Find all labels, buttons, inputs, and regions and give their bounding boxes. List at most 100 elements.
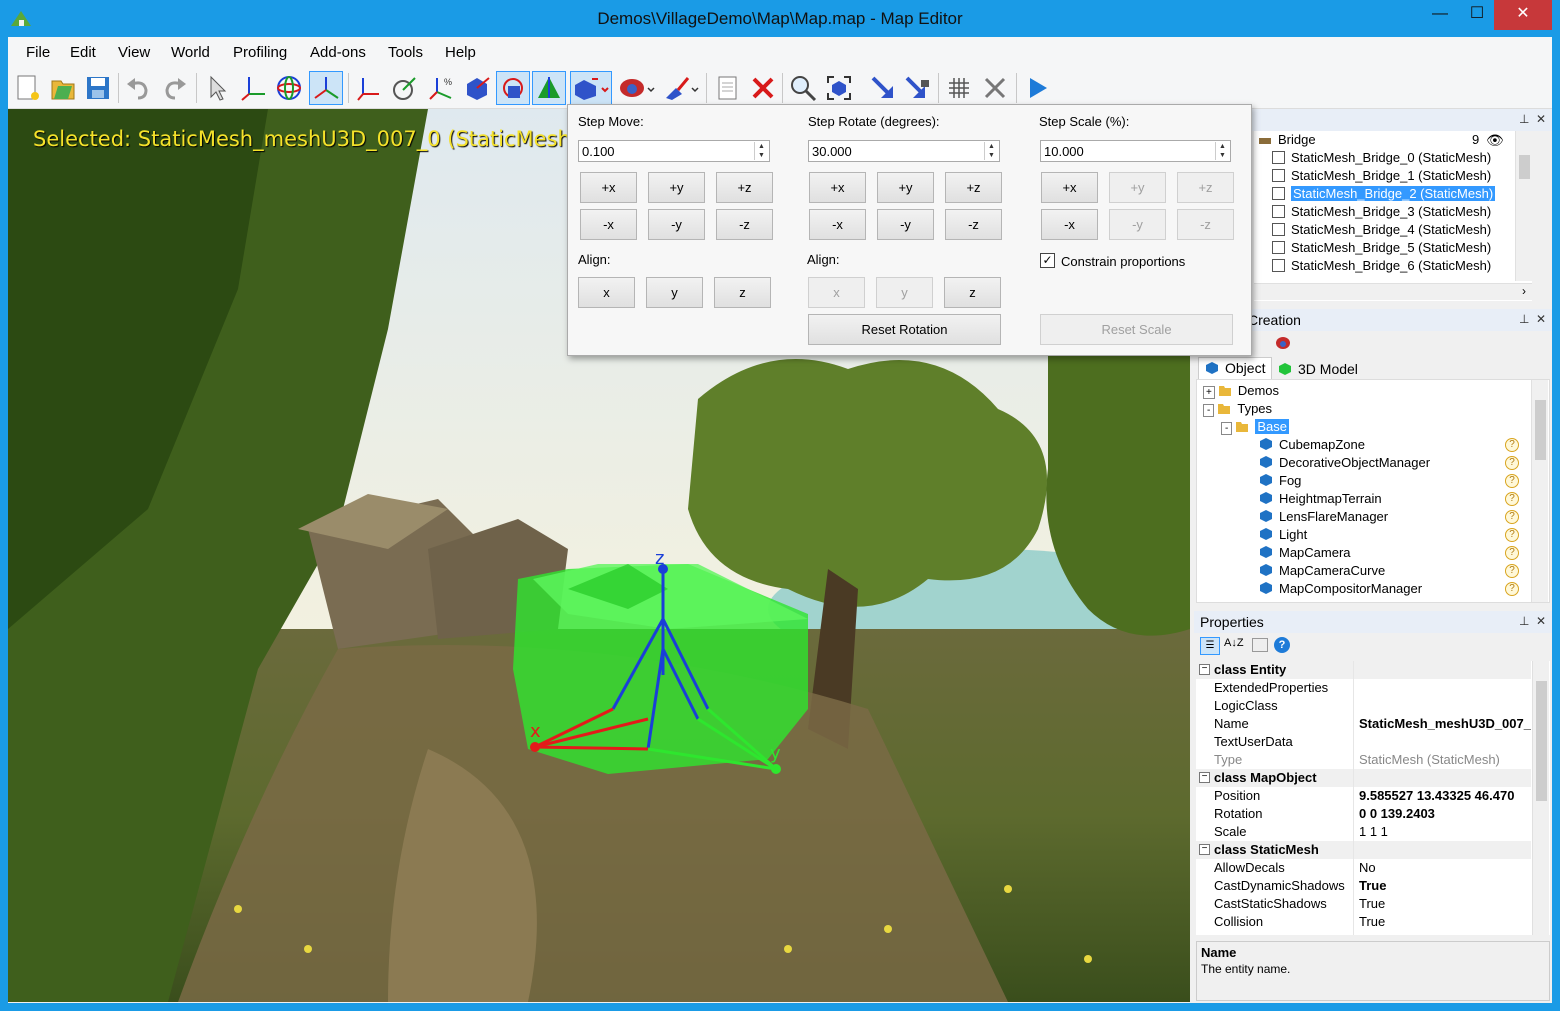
object-gizmo-icon[interactable] <box>460 71 494 105</box>
reset-scale-button[interactable]: Reset Scale <box>1040 314 1233 345</box>
reset-rotation-button[interactable]: Reset Rotation <box>808 314 1001 345</box>
tree-group-bridge[interactable]: Bridge <box>1258 131 1316 149</box>
menu-file[interactable]: File <box>26 44 50 61</box>
list-item[interactable]: StaticMesh_Bridge_0 (StaticMesh) <box>1272 149 1491 167</box>
constrain-proportions-checkbox[interactable]: ✓ <box>1040 253 1055 268</box>
help-icon[interactable]: ? <box>1505 546 1519 560</box>
help-icon[interactable]: ? <box>1505 456 1519 470</box>
table-row[interactable]: LogicClass <box>1196 697 1531 715</box>
move-plus-x-button[interactable]: +x <box>580 172 637 203</box>
scale-minus-z-button[interactable]: -z <box>1177 209 1234 240</box>
play-icon[interactable] <box>1020 71 1054 105</box>
scale-axes-icon[interactable] <box>309 71 343 105</box>
menu-help[interactable]: Help <box>445 44 476 61</box>
rotate-align-z-button[interactable]: z <box>944 277 1001 308</box>
menu-tools[interactable]: Tools <box>388 44 423 61</box>
delete-icon[interactable] <box>746 71 780 105</box>
table-row[interactable]: AllowDecals No <box>1196 859 1531 877</box>
table-row[interactable]: TextUserData <box>1196 733 1531 751</box>
close-icon[interactable]: ✕ <box>1536 614 1546 628</box>
help-icon[interactable]: ? <box>1274 637 1290 653</box>
list-item[interactable]: StaticMesh_Bridge_6 (StaticMesh) <box>1272 257 1491 275</box>
move-align-x-button[interactable]: x <box>578 277 635 308</box>
new-file-icon[interactable] <box>10 71 44 105</box>
visibility-checkbox[interactable] <box>1272 259 1285 272</box>
visibility-checkbox[interactable] <box>1272 223 1285 236</box>
close-icon[interactable]: ✕ <box>1536 312 1546 326</box>
align-toggle-icon[interactable] <box>532 71 566 105</box>
pin-icon[interactable]: ⊥ <box>1519 614 1529 628</box>
list-item[interactable]: Fog <box>1259 472 1301 490</box>
list-item[interactable]: Light <box>1259 526 1307 544</box>
category-staticmesh[interactable]: − class StaticMesh <box>1196 841 1531 859</box>
list-item[interactable]: DecorativeObjectManager <box>1259 454 1430 472</box>
table-row[interactable]: Position 9.585527 13.43325 46.470 <box>1196 787 1531 805</box>
tree-folder-types[interactable]: - Types <box>1203 400 1272 418</box>
tree-folder-base[interactable]: - Base <box>1221 418 1289 436</box>
sort-az-icon[interactable]: A↓Z <box>1224 637 1244 649</box>
move-x-icon[interactable] <box>352 71 386 105</box>
visibility-checkbox[interactable] <box>1272 151 1285 164</box>
move-minus-x-button[interactable]: -x <box>580 209 637 240</box>
menu-world[interactable]: World <box>171 44 210 61</box>
help-icon[interactable]: ? <box>1505 582 1519 596</box>
save-icon[interactable] <box>81 71 115 105</box>
category-entity[interactable]: − class Entity <box>1196 661 1531 679</box>
snap-toggle-icon[interactable] <box>496 71 530 105</box>
categorized-icon[interactable]: ☰ <box>1200 637 1220 655</box>
open-folder-icon[interactable] <box>46 71 80 105</box>
lock-move-icon[interactable] <box>900 71 934 105</box>
drop-down-icon[interactable] <box>864 71 898 105</box>
redo-icon[interactable] <box>158 71 192 105</box>
move-minus-z-button[interactable]: -z <box>716 209 773 240</box>
camera-options-dropdown[interactable] <box>616 71 658 105</box>
document-icon[interactable] <box>710 71 744 105</box>
scale-x-icon[interactable]: % <box>424 71 458 105</box>
pin-icon[interactable]: ⊥ <box>1519 312 1529 326</box>
tools-icon[interactable] <box>978 71 1012 105</box>
map-tree-scrollbar[interactable] <box>1515 131 1532 281</box>
rotate-plus-z-button[interactable]: +z <box>945 172 1002 203</box>
move-plus-z-button[interactable]: +z <box>716 172 773 203</box>
undo-icon[interactable] <box>121 71 155 105</box>
list-item[interactable]: StaticMesh_Bridge_1 (StaticMesh) <box>1272 167 1491 185</box>
help-icon[interactable]: ? <box>1505 474 1519 488</box>
list-item[interactable]: HeightmapTerrain <box>1259 490 1382 508</box>
creation-scrollbar[interactable] <box>1531 380 1548 602</box>
step-scale-input[interactable]: 10.000 ▲ ▼ <box>1040 140 1231 162</box>
menu-profiling[interactable]: Profiling <box>233 44 287 61</box>
list-item[interactable]: StaticMesh_Bridge_3 (StaticMesh) <box>1272 203 1491 221</box>
rotate-align-y-button[interactable]: y <box>876 277 933 308</box>
table-row[interactable]: Scale 1 1 1 <box>1196 823 1531 841</box>
menu-edit[interactable]: Edit <box>70 44 96 61</box>
rotate-icon[interactable] <box>272 71 306 105</box>
list-item[interactable]: StaticMesh_Bridge_4 (StaticMesh) <box>1272 221 1491 239</box>
rotate-minus-x-button[interactable]: -x <box>809 209 866 240</box>
focus-icon[interactable] <box>822 71 856 105</box>
list-item[interactable]: LensFlareManager <box>1259 508 1388 526</box>
scale-minus-y-button[interactable]: -y <box>1109 209 1166 240</box>
paint-options-dropdown[interactable] <box>660 71 702 105</box>
creation-toolbar-icon[interactable] <box>1274 335 1292 354</box>
visibility-checkbox[interactable] <box>1272 187 1285 200</box>
move-minus-y-button[interactable]: -y <box>648 209 705 240</box>
help-icon[interactable]: ? <box>1505 438 1519 452</box>
help-icon[interactable]: ? <box>1505 510 1519 524</box>
scale-plus-z-button[interactable]: +z <box>1177 172 1234 203</box>
scale-minus-x-button[interactable]: -x <box>1041 209 1098 240</box>
table-row[interactable]: Collision True <box>1196 913 1531 931</box>
move-align-y-button[interactable]: y <box>646 277 703 308</box>
select-arrow-icon[interactable] <box>200 71 234 105</box>
tab-3d-model[interactable]: 3D Model <box>1272 359 1364 381</box>
eye-icon[interactable]: 👁 <box>1486 131 1504 149</box>
close-icon[interactable]: ✕ <box>1536 112 1546 126</box>
help-icon[interactable]: ? <box>1505 492 1519 506</box>
list-item[interactable]: CubemapZone <box>1259 436 1365 454</box>
step-rotate-input[interactable]: 30.000 ▲ ▼ <box>808 140 1000 162</box>
tree-folder-demos[interactable]: + Demos <box>1203 382 1279 400</box>
step-move-input[interactable]: 0.100 ▲ ▼ <box>578 140 770 162</box>
rotate-align-x-button[interactable]: x <box>808 277 865 308</box>
category-mapobject[interactable]: − class MapObject <box>1196 769 1531 787</box>
visibility-checkbox[interactable] <box>1272 241 1285 254</box>
table-row[interactable]: Rotation 0 0 139.2403 <box>1196 805 1531 823</box>
